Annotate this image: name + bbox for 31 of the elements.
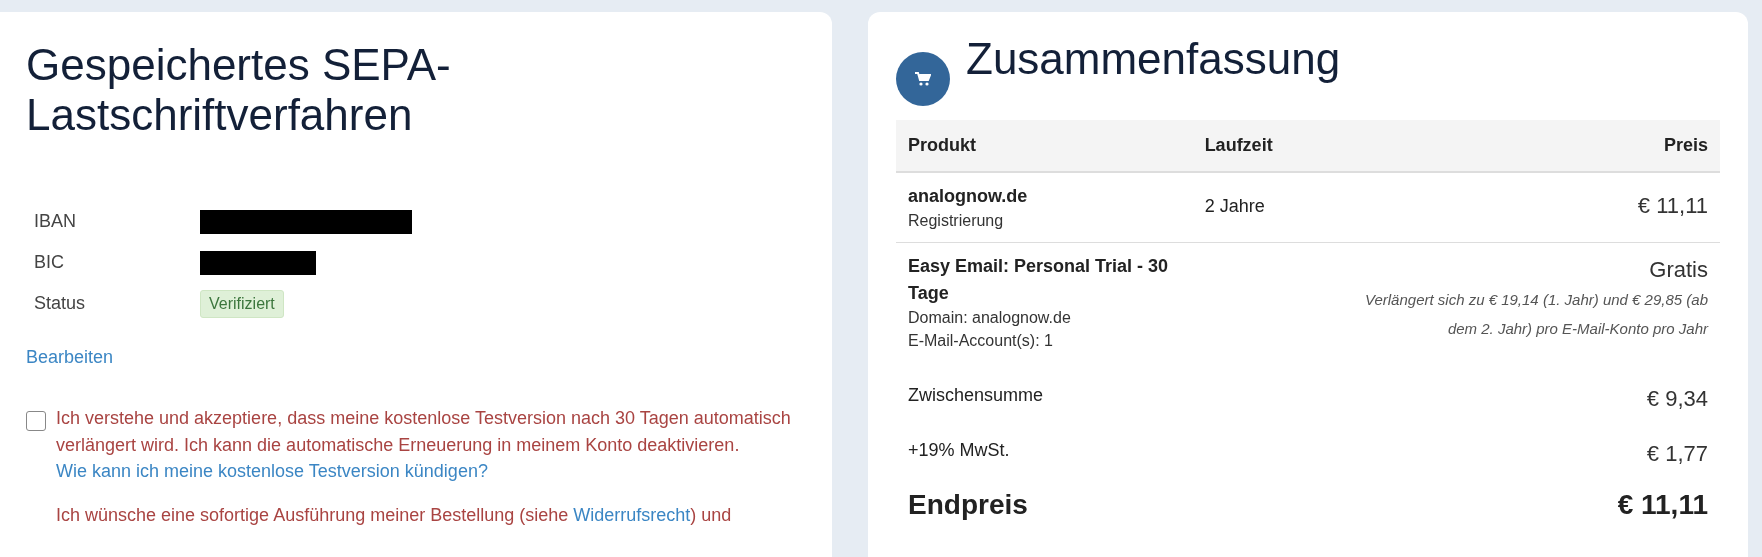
column-header: Produkt bbox=[896, 120, 1193, 172]
product-name: Easy Email: Personal Trial - 30 Tage bbox=[908, 255, 1170, 306]
summary-title: Zusammenfassung bbox=[966, 34, 1341, 84]
consent-checkbox[interactable] bbox=[26, 411, 46, 432]
product-detail: E-Mail-Account(s): 1 bbox=[908, 330, 1054, 351]
status-badge: Verifiziert bbox=[200, 289, 284, 318]
product-detail: Domain: analognow.de bbox=[908, 308, 1072, 329]
page-title: Gespeichertes SEPA-Lastschriftverfahren bbox=[26, 40, 452, 140]
total-value: € 11,11 bbox=[1617, 489, 1708, 521]
edit-link[interactable]: Bearbeiten bbox=[26, 344, 114, 372]
product-name: analognow.de bbox=[908, 185, 1029, 208]
term-text: 2 Jahre bbox=[1204, 195, 1265, 218]
total-value: € 9,34 bbox=[1646, 386, 1708, 412]
product-detail: Registrierung bbox=[908, 211, 1005, 231]
field-label: IBAN bbox=[34, 210, 77, 234]
cart-icon bbox=[896, 52, 950, 106]
field-label: BIC bbox=[34, 251, 65, 275]
consent-link[interactable]: Wie kann ich meine kostenlose Testversion kündigen? bbox=[56, 460, 488, 481]
total-label: Endpreis bbox=[908, 489, 1028, 521]
field-label: Status bbox=[34, 292, 87, 316]
consent-text: Ich verstehe und akzeptiere, dass meine kostenlose Testversion nach 30 Tagen automatisch verlängert wird. Ich kann die automatische Erneuerung in meinem Konto deaktivieren. Wie kann ich meine kostenlose Testversion kündigen? bbox=[56, 407, 792, 483]
column-header: Laufzeit bbox=[1192, 120, 1341, 172]
total-label: Zwischensumme bbox=[908, 385, 1044, 406]
column-header: Preis bbox=[1340, 120, 1720, 172]
consent-text: Ich wünsche eine sofortige Ausführung meiner Bestellung (siehe Widerrufsrecht) und bbox=[55, 503, 732, 527]
price-text: Gratis bbox=[1648, 256, 1708, 285]
total-value: € 1,77 bbox=[1646, 441, 1708, 467]
price-note: Verlängert sich zu € 19,14 (1. Jahr) und € 29,85 (ab dem 2. Jahr) pro E-Mail-Konto pro Jahr bbox=[1364, 290, 1708, 339]
consent-link[interactable]: Widerrufsrecht bbox=[573, 504, 691, 525]
total-label: +19% MwSt. bbox=[908, 440, 1010, 461]
price-text: € 11,11 bbox=[1636, 192, 1708, 220]
